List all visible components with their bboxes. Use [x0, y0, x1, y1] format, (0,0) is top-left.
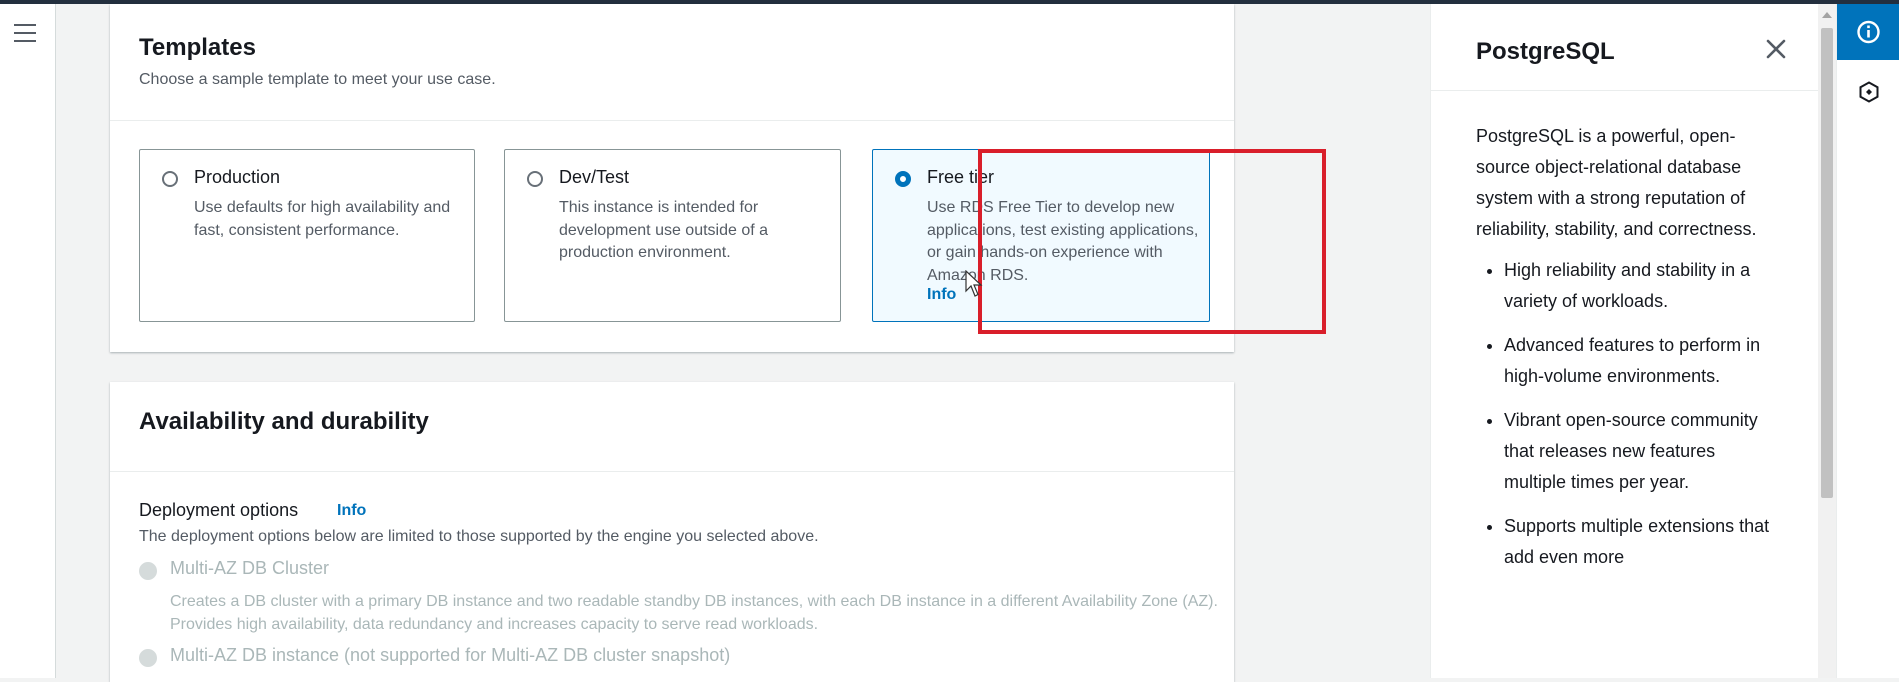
deployment-options-label: Deployment options: [139, 500, 299, 520]
scrollbar-thumb[interactable]: [1821, 28, 1833, 498]
template-option-free-tier[interactable]: Free tier Use RDS Free Tier to develop n…: [872, 149, 1210, 322]
templates-panel: Templates Choose a sample template to me…: [110, 4, 1326, 352]
divider: [110, 120, 1234, 121]
help-panel-bullet: Vibrant open-source community that relea…: [1504, 405, 1771, 498]
right-tools-rail: [1836, 4, 1899, 678]
help-panel-title: PostgreSQL: [1476, 38, 1615, 65]
availability-title: Availability and durability: [139, 408, 429, 435]
template-option-title: Free tier: [927, 167, 995, 187]
help-panel-scrollbar[interactable]: [1818, 4, 1836, 678]
deployment-options-description: The deployment options below are limited…: [139, 528, 819, 545]
template-option-description: Use defaults for high availability and f…: [194, 199, 451, 239]
help-panel-list: High reliability and stability in a vari…: [1476, 255, 1771, 573]
info-tab[interactable]: [1837, 4, 1899, 60]
info-circle-icon: [1857, 20, 1880, 44]
template-option-title: Production: [194, 167, 281, 187]
mouse-cursor-icon: [965, 270, 983, 297]
deployment-option-title: Multi-AZ DB Cluster: [170, 558, 330, 578]
radio-button[interactable]: [162, 171, 178, 187]
template-option-title: Dev/Test: [559, 167, 630, 187]
hexagon-icon[interactable]: [1857, 80, 1881, 104]
divider: [110, 471, 1234, 472]
template-option-devtest[interactable]: Dev/Test This instance is intended for d…: [504, 149, 841, 322]
templates-title: Templates: [139, 34, 256, 61]
deployment-option-title: Multi-AZ DB instance (not supported for …: [170, 645, 731, 665]
template-option-production[interactable]: Production Use defaults for high availab…: [139, 149, 475, 322]
template-option-description: This instance is intended for developmen…: [559, 199, 769, 261]
hamburger-icon[interactable]: [14, 24, 36, 44]
divider: [1431, 90, 1818, 91]
help-panel: PostgreSQL PostgreSQL is a powerful, ope…: [1430, 4, 1818, 678]
radio-button[interactable]: [527, 171, 543, 187]
help-panel-bullet: Advanced features to perform in high-vol…: [1504, 330, 1771, 392]
left-nav-rail: [0, 4, 56, 678]
radio-button-disabled[interactable]: [139, 562, 157, 580]
close-icon[interactable]: [1761, 34, 1791, 64]
info-link[interactable]: Info: [927, 286, 956, 304]
info-link[interactable]: Info: [337, 502, 366, 520]
help-panel-intro: PostgreSQL is a powerful, open-source ob…: [1476, 126, 1757, 239]
availability-panel: Availability and durability Deployment o…: [110, 382, 1234, 682]
radio-button-selected[interactable]: [895, 171, 911, 187]
templates-description: Choose a sample template to meet your us…: [139, 71, 496, 88]
help-panel-body: PostgreSQL is a powerful, open-source ob…: [1476, 121, 1771, 586]
help-panel-bullet: High reliability and stability in a vari…: [1504, 255, 1771, 317]
scroll-up-arrow-icon[interactable]: [1822, 12, 1832, 18]
deployment-option-description: Creates a DB cluster with a primary DB i…: [170, 593, 1218, 633]
help-panel-bullet: Supports multiple extensions that add ev…: [1504, 511, 1771, 573]
radio-button-disabled[interactable]: [139, 649, 157, 667]
